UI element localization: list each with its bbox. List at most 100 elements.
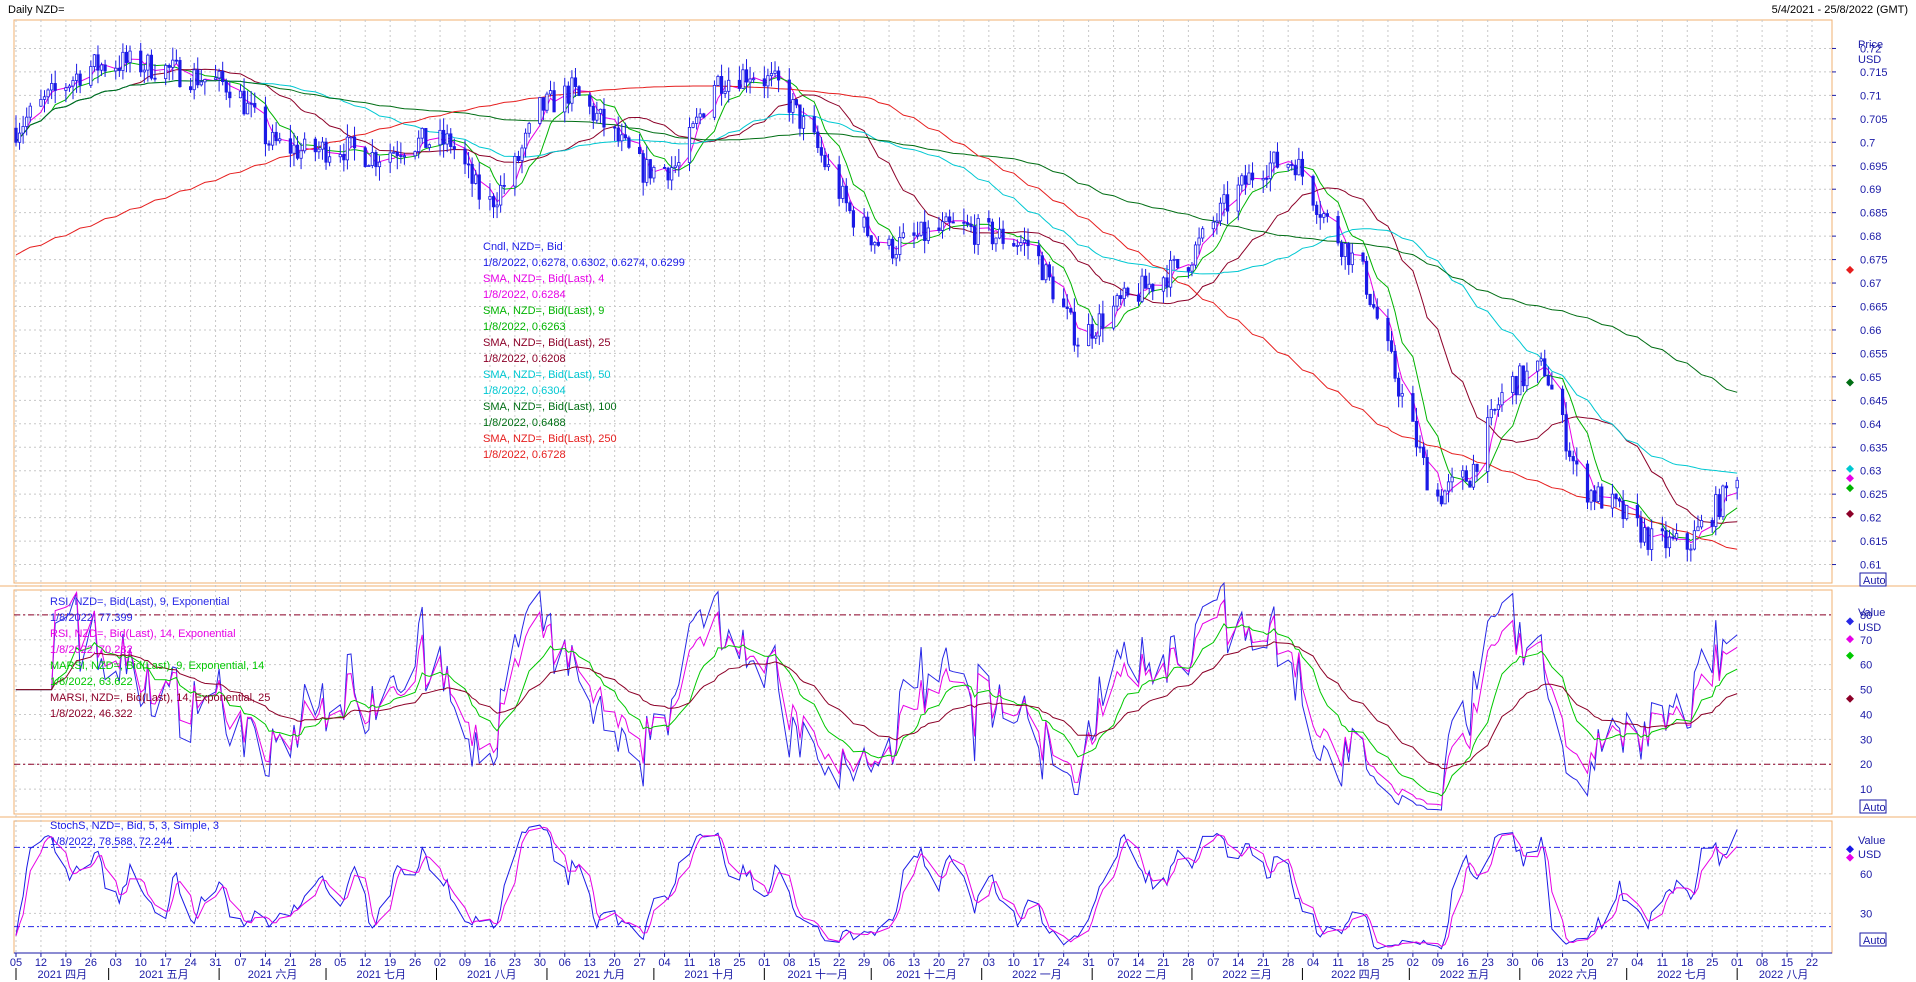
stoch-d-line (15, 826, 1738, 948)
candle-body (1211, 221, 1215, 230)
candle-body (837, 164, 841, 199)
price-tick-label: 0.69 (1860, 184, 1881, 196)
candle-body (712, 85, 717, 118)
candle-body (997, 228, 1002, 239)
candle-body (652, 166, 656, 179)
month-label: 2021 五月 (139, 969, 189, 981)
legend-name: StochS, NZD=, Bid, 5, 3, Simple, 3 (50, 820, 219, 832)
price-tick-label: 0.635 (1860, 442, 1888, 454)
candle-body (1536, 360, 1540, 372)
x-tick-label: 13 (908, 957, 920, 969)
candle-body (602, 108, 606, 128)
candle-body (327, 156, 332, 163)
candle-body (848, 202, 852, 212)
rsi-auto-button[interactable]: Auto (1859, 799, 1887, 814)
candle-body (638, 146, 642, 154)
candle-body (691, 123, 695, 128)
candle-body (926, 227, 930, 241)
candle-body (178, 60, 182, 88)
x-tick-label: 15 (808, 957, 820, 969)
candle-body (1414, 420, 1419, 448)
candle-body (1418, 446, 1422, 449)
candle-body (1051, 276, 1055, 300)
price-auto-button[interactable]: Auto (1859, 572, 1887, 587)
candle-body (392, 151, 396, 154)
candle-body (1318, 214, 1322, 218)
candle-body (1443, 490, 1447, 505)
last-value-markers (1846, 265, 1854, 862)
x-tick-label: 04 (658, 957, 670, 969)
candle-body (744, 69, 749, 83)
x-tick-label: 03 (110, 957, 122, 969)
legend-name: SMA, NZD=, Bid(Last), 100 (483, 401, 617, 413)
candle-body (962, 221, 966, 224)
candle-body (1635, 504, 1639, 519)
candle-body (395, 151, 399, 156)
candle-body (1550, 384, 1554, 390)
price-tick-label: 0.715 (1860, 67, 1888, 79)
candle-body (1297, 158, 1301, 176)
candle-body (1215, 220, 1219, 223)
candle-body (53, 83, 57, 91)
candle-body (990, 221, 994, 245)
candle-body (816, 131, 820, 148)
legend-name: MARSI, NZD=, Bid(Last), 14, Exponential,… (50, 692, 270, 704)
candle-body (1147, 283, 1151, 289)
x-tick-label: 22 (833, 957, 845, 969)
date-range: 5/4/2021 - 25/8/2022 (GMT) (1772, 4, 1908, 16)
candle-body (1621, 500, 1625, 520)
candle-body (1386, 317, 1390, 342)
candle-body (25, 116, 29, 127)
legend-value: 1/8/2022, 0.6304 (483, 385, 566, 397)
candle-body (1151, 283, 1155, 292)
x-axis-months: 2021 四月 2021 五月 2021 六月 2021 七月 2021 八月 2021 … (15, 967, 1808, 981)
candle-body (424, 127, 428, 148)
chart-canvas[interactable]: Daily NZD= 5/4/2021 - 25/8/2022 (GMT) Pr… (0, 0, 1916, 982)
candle-body (573, 77, 578, 88)
month-label: 2022 六月 (1548, 968, 1598, 981)
rsi-auto-label: Auto (1863, 802, 1886, 814)
candle-body (499, 185, 503, 206)
candle-body (1450, 476, 1454, 483)
candle-body (677, 162, 681, 167)
candle-body (1689, 548, 1693, 551)
rsi-tick-label: 50 (1860, 685, 1872, 697)
candle-body (1218, 202, 1223, 222)
month-label: 2021 十一月 (788, 967, 849, 981)
month-label: 2021 六月 (248, 968, 298, 981)
candle-body (246, 102, 250, 115)
candle-body (627, 137, 631, 148)
price-marker (1846, 378, 1854, 387)
candle-body (1596, 486, 1600, 502)
marsi9-line (16, 623, 1738, 797)
candle-body (523, 132, 528, 149)
price-marker (1846, 265, 1854, 274)
stoch-auto-label: Auto (1863, 935, 1886, 947)
x-tick-label: 14 (1132, 957, 1144, 969)
x-tick-label: 09 (459, 957, 471, 969)
x-tick-label: 11 (684, 957, 695, 969)
price-panel-frame (13, 19, 1833, 584)
candle-body (1250, 172, 1255, 181)
stoch-d-marker (1846, 853, 1854, 862)
candle-body (819, 147, 823, 156)
legend-value: 1/8/2022, 0.6284 (483, 289, 566, 301)
candle-body (164, 64, 168, 80)
x-tick-label: 06 (883, 957, 895, 969)
candle-body (99, 64, 104, 71)
legend-name: Cndl, NZD=, Bid (483, 241, 563, 253)
stoch-auto-button[interactable]: Auto (1859, 932, 1887, 947)
candle-body (1585, 463, 1590, 503)
candle-body (866, 216, 870, 237)
x-tick-label: 07 (1207, 957, 1219, 969)
candle-body (299, 150, 303, 159)
x-tick-label: 05 (10, 957, 22, 969)
x-tick-label: 18 (1357, 957, 1369, 969)
x-tick-label: 22 (1806, 957, 1818, 969)
candle-body (570, 77, 574, 104)
candle-body (1667, 536, 1672, 549)
candle-body (741, 69, 745, 89)
legend-name: RSI, NZD=, Bid(Last), 14, Exponential (50, 628, 236, 640)
month-label: 2022 二月 (1117, 969, 1167, 981)
month-label: 2022 三月 (1222, 969, 1272, 981)
